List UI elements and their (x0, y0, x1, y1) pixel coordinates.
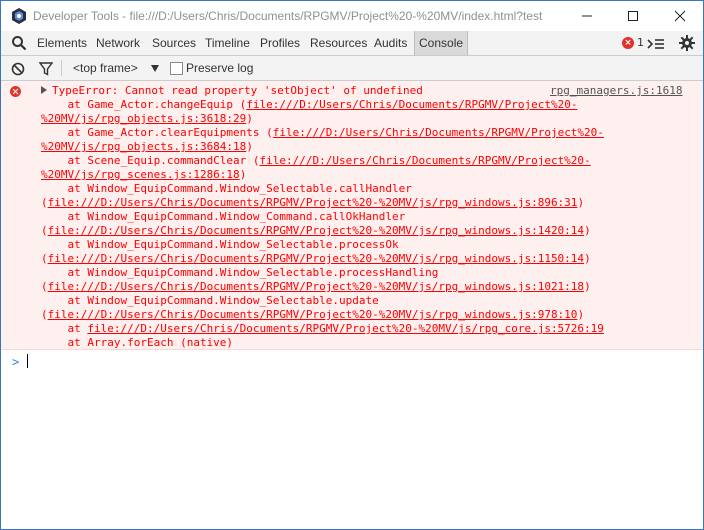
console-input-caret[interactable] (27, 354, 28, 368)
stack-frame-line: at Window_EquipCommand.Window_Selectable… (41, 238, 604, 252)
maximize-button[interactable] (610, 1, 656, 31)
stack-frame-link[interactable]: %20MV/js/rpg_objects.js:3618:29 (41, 112, 246, 125)
minimize-button[interactable] (564, 1, 610, 31)
window-title: Developer Tools - file:///D:/Users/Chris… (33, 9, 543, 23)
stack-frame-text: at Game_Actor.changeEquip ( (41, 98, 247, 111)
stack-frame-line: at Window_EquipCommand.Window_Selectable… (41, 266, 604, 280)
chevron-down-icon[interactable] (151, 65, 159, 72)
maximize-icon (628, 11, 638, 21)
stack-frame-line: (file:///D:/Users/Chris/Documents/RPGMV/… (41, 308, 604, 322)
stack-frame-text: ) (584, 224, 591, 237)
tab-sources[interactable]: Sources (152, 31, 196, 55)
stack-frame-line: %20MV/js/rpg_objects.js:3684:18) (41, 140, 604, 154)
expand-arrow-icon[interactable] (41, 86, 47, 94)
console-toolbar: <top frame> Preserve log (1, 56, 703, 81)
stack-frame-link[interactable]: file:///D:/Users/Chris/Documents/RPGMV/P… (48, 252, 584, 265)
stack-trace: at Game_Actor.changeEquip (file:///D:/Us… (41, 98, 604, 350)
stack-frame-text: ( (41, 280, 48, 293)
stack-frame-text: at Window_EquipCommand.Window_Selectable… (41, 238, 399, 251)
stack-frame-link[interactable]: file:///D:/Users/Chris/Documents/RPGMV/P… (48, 308, 578, 321)
tab-audits[interactable]: Audits (374, 31, 407, 55)
tab-resources[interactable]: Resources (310, 31, 367, 55)
stack-frame-line: at file:///D:/Users/Chris/Documents/RPGM… (41, 322, 604, 336)
devtools-window: Developer Tools - file:///D:/Users/Chris… (0, 0, 704, 530)
stack-frame-line: at Window_EquipCommand.Window_Selectable… (41, 182, 604, 196)
tab-timeline[interactable]: Timeline (205, 31, 250, 55)
stack-frame-link[interactable]: file:///D:/Users/Chris/Documents/RPGMV/P… (48, 280, 584, 293)
stack-frame-line: (file:///D:/Users/Chris/Documents/RPGMV/… (41, 280, 604, 294)
error-message: TypeError: Cannot read property 'setObje… (1, 81, 703, 350)
filter-icon[interactable] (38, 61, 54, 80)
tab-network[interactable]: Network (96, 31, 140, 55)
stack-frame-text: at Array.forEach (native) (41, 336, 234, 349)
stack-frame-text: at Game_Actor.clearEquipments ( (41, 126, 273, 139)
source-link[interactable]: rpg_managers.js:1618 (550, 84, 682, 98)
error-text[interactable]: TypeError: Cannot read property 'setObje… (52, 84, 423, 98)
stack-frame-text: ) (246, 112, 253, 125)
error-icon (10, 86, 21, 97)
stack-frame-text: ) (577, 308, 585, 321)
stack-frame-line: at Array.forEach (native) (41, 336, 604, 350)
minimize-icon (582, 15, 592, 17)
stack-frame-text: ) (246, 140, 253, 153)
title-bar[interactable]: Developer Tools - file:///D:/Users/Chris… (1, 1, 703, 31)
stack-frame-line: %20MV/js/rpg_scenes.js:1286:18) (41, 168, 604, 182)
stack-frame-text: ( (41, 252, 48, 265)
stack-frame-text: ( (41, 224, 48, 237)
stack-frame-link[interactable]: file:///D:/Users/Chris/Documents/RPGMV/P… (48, 196, 578, 209)
stack-frame-line: at Game_Actor.clearEquipments (file:///D… (41, 126, 604, 140)
stack-frame-text: at Scene_Equip.commandClear ( (41, 154, 260, 167)
toolbar-divider (61, 60, 62, 76)
stack-frame-text: at Window_EquipCommand.Window_Selectable… (41, 182, 412, 195)
stack-frame-link[interactable]: file:///D:/Users/Chris/Documents/RPGMV/P… (48, 224, 584, 237)
tab-profiles[interactable]: Profiles (260, 31, 300, 55)
stack-frame-text: ( (41, 196, 48, 209)
stack-frame-line: at Window_EquipCommand.Window_Command.ca… (41, 210, 604, 224)
gear-icon[interactable] (679, 35, 695, 55)
clear-console-icon[interactable] (11, 61, 25, 80)
stack-frame-line: %20MV/js/rpg_objects.js:3618:29) (41, 112, 604, 126)
stack-frame-text: ) (584, 252, 591, 265)
stack-frame-link[interactable]: %20MV/js/rpg_objects.js:3684:18 (41, 140, 246, 153)
stack-frame-text: at Window_EquipCommand.Window_Selectable… (41, 294, 379, 307)
stack-frame-line: (file:///D:/Users/Chris/Documents/RPGMV/… (41, 196, 604, 210)
stack-frame-text: ( (41, 308, 48, 321)
stack-frame-line: (file:///D:/Users/Chris/Documents/RPGMV/… (41, 224, 604, 238)
stack-frame-link[interactable]: file:///D:/Users/Chris/Documents/RPGMV/P… (87, 322, 604, 335)
panel-tabbar: Elements Network Sources Timeline Profil… (1, 31, 703, 56)
error-count: 1 (637, 36, 644, 49)
stack-frame-line: at Window_EquipCommand.Window_Selectable… (41, 294, 604, 308)
tab-elements[interactable]: Elements (37, 31, 87, 55)
close-icon (674, 10, 686, 22)
stack-frame-text: ) (577, 196, 585, 209)
stack-frame-text: at Window_EquipCommand.Window_Command.ca… (41, 210, 406, 223)
console-messages[interactable]: TypeError: Cannot read property 'setObje… (1, 81, 703, 529)
stack-frame-text: ) (584, 280, 591, 293)
preserve-log-label[interactable]: Preserve log (186, 56, 253, 80)
stack-frame-line: at Scene_Equip.commandClear (file:///D:/… (41, 154, 604, 168)
stack-frame-link[interactable]: file:///D:/Users/Chris/Documents/RPGMV/P… (273, 126, 604, 139)
stack-frame-text: at (41, 322, 88, 335)
stack-frame-line: (file:///D:/Users/Chris/Documents/RPGMV/… (41, 252, 604, 266)
show-drawer-icon[interactable] (647, 36, 665, 55)
devtools-app-icon (11, 8, 27, 24)
stack-frame-link[interactable]: file:///D:/Users/Chris/Documents/RPGMV/P… (260, 154, 591, 167)
tab-console[interactable]: Console (414, 31, 469, 55)
error-counter-icon: × (622, 37, 634, 49)
frame-selector[interactable]: <top frame> (73, 56, 138, 80)
stack-frame-line: at Game_Actor.changeEquip (file:///D:/Us… (41, 98, 604, 112)
stack-frame-link[interactable]: file:///D:/Users/Chris/Documents/RPGMV/P… (246, 98, 577, 111)
stack-frame-link[interactable]: %20MV/js/rpg_scenes.js:1286:18 (41, 168, 240, 181)
search-icon[interactable] (11, 35, 27, 51)
prompt-chevron: > (12, 355, 20, 369)
preserve-log-checkbox[interactable] (170, 62, 183, 75)
close-button[interactable] (657, 1, 703, 31)
stack-frame-text: ) (239, 168, 247, 181)
stack-frame-text: at Window_EquipCommand.Window_Selectable… (41, 266, 439, 279)
